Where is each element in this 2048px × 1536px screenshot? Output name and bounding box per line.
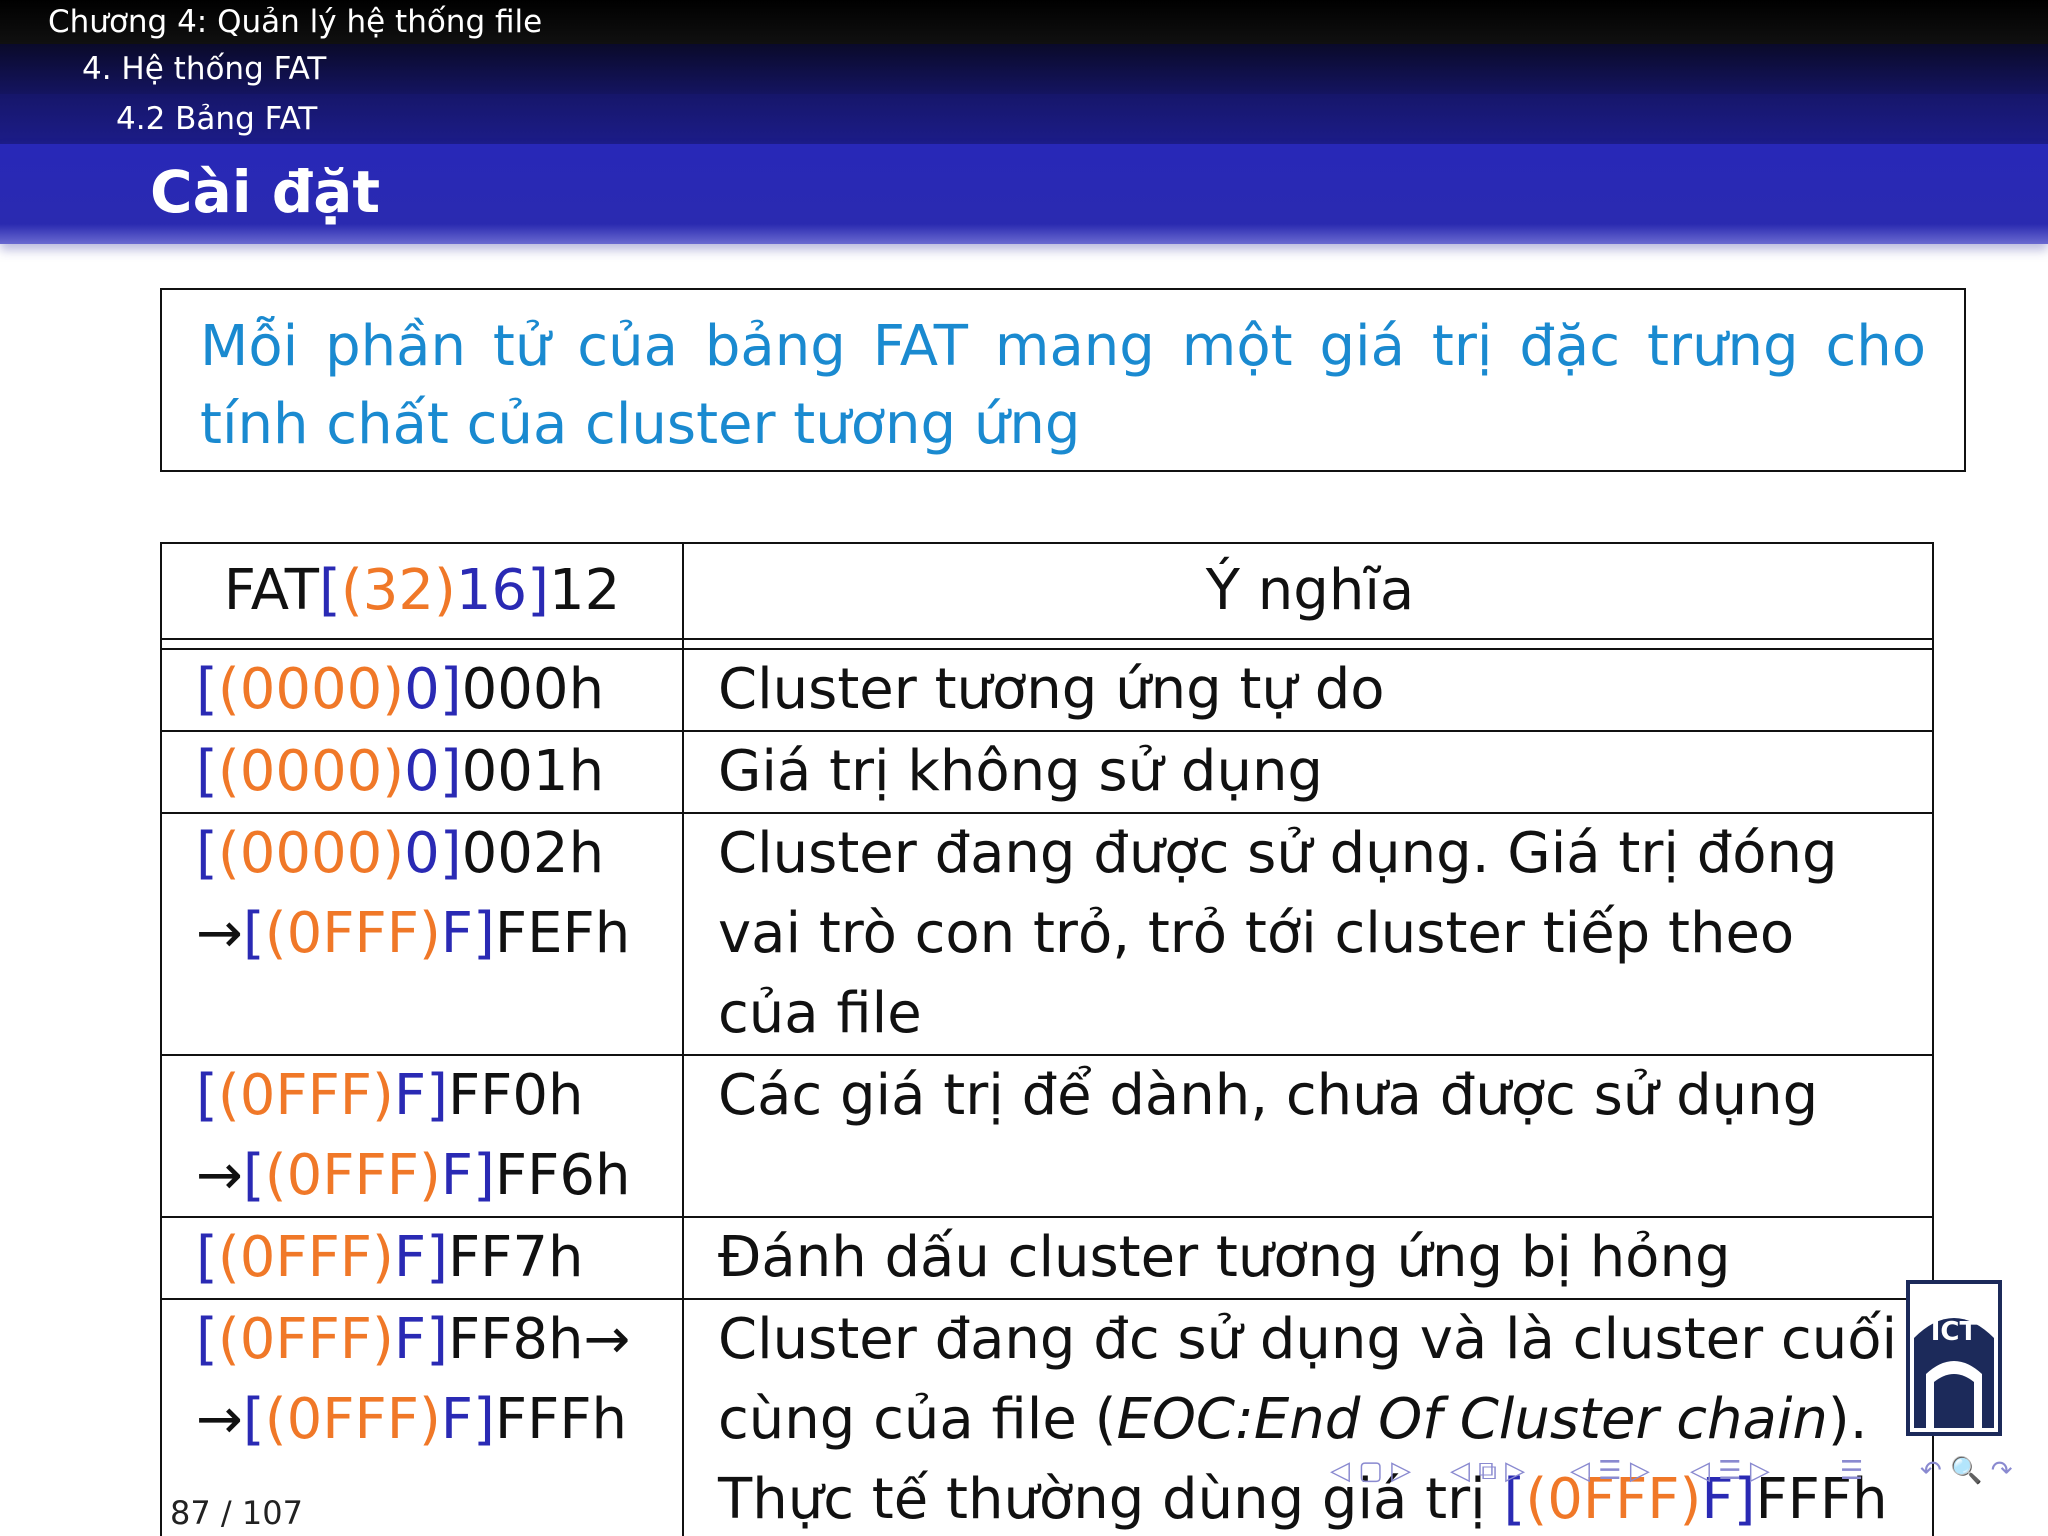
fat-value-cell: [(0000)0]000h [160,648,684,732]
definition-box: Mỗi phần tử của bảng FAT mang một giá tr… [160,288,1966,472]
table-row: [(0000)0]001h Giá trị không sử dụng [160,730,1934,814]
university-logo: ICT [1906,1280,2002,1436]
fat-value: [(0000)0]002h →[(0FFF)F]FEFh [196,821,631,966]
table-row: [(0FFF)F]FF0h →[(0FFF)F]FF6h Các giá trị … [160,1054,1934,1218]
table-row: [(0000)0]002h →[(0FFF)F]FEFh Cluster đang… [160,812,1934,1056]
table-row: [(0FFF)F]FF7h Đánh dấu cluster tương ứng… [160,1216,1934,1300]
breadcrumb-subsection[interactable]: 4.2 Bảng FAT [0,94,2048,144]
meaning-cell: Các giá trị để dành, chưa được sử dụng [682,1054,1934,1218]
fat-value-cell: [(0000)0]001h [160,730,684,814]
meaning-cell: Cluster đang được sử dụng. Giá trị đóng … [682,812,1934,1056]
meaning-cell: Giá trị không sử dụng [682,730,1934,814]
fat-value-cell: [(0FFF)F]FF0h →[(0FFF)F]FF6h [160,1054,684,1218]
breadcrumb-chapter[interactable]: Chương 4: Quản lý hệ thống file [0,0,2048,44]
logo-text: ICT [1931,1317,1978,1347]
fat-header-code: FAT[(32)16]12 [223,558,621,623]
fat-value-cell: [(0000)0]002h →[(0FFF)F]FEFh [160,812,684,1056]
nav-section-icon[interactable]: ◁ ☰ ▷ [1690,1456,1770,1486]
nav-prev-frame-icon[interactable]: ◁ ▢ ▷ [1330,1456,1411,1486]
nav-search-icon[interactable]: ↶ 🔍 ↷ [1920,1456,2012,1486]
beamer-navigation[interactable]: ◁ ▢ ▷ ◁ ⧉ ▷ ◁ ☰ ▷ ◁ ☰ ▷ ☰ ↶ 🔍 ↷ [1320,1456,2040,1488]
page-total: 107 [241,1494,303,1532]
table-row: [(0FFF)F]FF8h→ →[(0FFF)F]FFFh Cluster đan… [160,1298,1934,1536]
header-meaning: Ý nghĩa [682,542,1934,640]
fat-value-cell: [(0FFF)F]FF7h [160,1216,684,1300]
meaning-cell: Cluster đang đc sử dụng và là cluster cu… [682,1298,1934,1536]
page-separator: / [220,1494,232,1532]
fat-value: [(0FFF)F]FF8h→ →[(0FFF)F]FFFh [196,1307,631,1452]
meaning-cell: Cluster tương ứng tự do [682,648,1934,732]
breadcrumb-section[interactable]: 4. Hệ thống FAT [0,44,2048,94]
fat-value: [(0000)0]000h [196,657,605,722]
fat-value: [(0000)0]001h [196,739,605,804]
nav-prev-section-icon[interactable]: ◁ ☰ ▷ [1570,1456,1650,1486]
fat-values-table: FAT[(32)16]12 Ý nghĩa [(0000)0]000h Clus… [160,542,1934,1536]
page-counter: 87 / 107 [170,1494,303,1532]
frame-title-bar: Cài đặt [0,144,2048,244]
nav-menu-icon[interactable]: ☰ [1840,1456,1863,1486]
nav-prev-subsection-icon[interactable]: ◁ ⧉ ▷ [1450,1456,1525,1487]
fat-value: [(0FFF)F]FF7h [196,1225,584,1290]
table-row: [(0000)0]000h Cluster tương ứng tự do [160,648,1934,732]
header-fat: FAT[(32)16]12 [160,542,684,640]
table-header-row: FAT[(32)16]12 Ý nghĩa [160,542,1934,640]
table-separator [160,639,1934,649]
page-current: 87 [170,1494,211,1532]
meaning-cell: Đánh dấu cluster tương ứng bị hỏng [682,1216,1934,1300]
slide-title: Cài đặt [150,158,381,226]
fat-value: [(0FFF)F]FF0h →[(0FFF)F]FF6h [196,1063,631,1208]
definition-text: Mỗi phần tử của bảng FAT mang một giá tr… [200,314,1926,457]
